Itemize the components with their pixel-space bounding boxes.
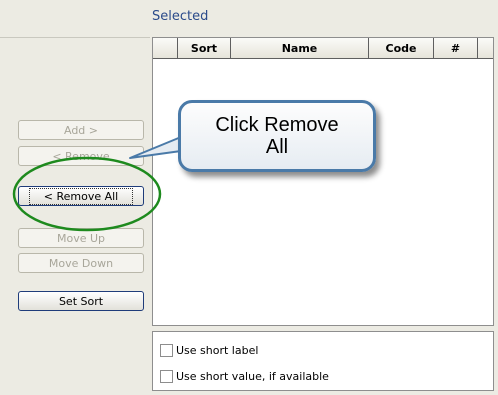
move-up-button[interactable]: Move Up (18, 228, 144, 248)
column-header-sort[interactable]: Sort (178, 38, 231, 59)
selected-grid[interactable]: Sort Name Code # (152, 37, 494, 326)
remove-all-label: < Remove All (28, 187, 134, 205)
move-down-button[interactable]: Move Down (18, 253, 144, 273)
left-panel-divider (0, 37, 150, 38)
short-label-option[interactable]: Use short label (160, 344, 258, 357)
short-value-text: Use short value, if available (176, 370, 329, 383)
set-sort-button[interactable]: Set Sort (18, 291, 144, 311)
remove-all-button[interactable]: < Remove All (18, 186, 144, 206)
short-label-text: Use short label (176, 344, 259, 357)
remove-button[interactable]: < Remove (18, 146, 144, 166)
column-header-select[interactable] (153, 38, 178, 59)
short-value-option[interactable]: Use short value, if available (160, 370, 329, 383)
grid-header: Sort Name Code # (153, 38, 493, 60)
column-header-filler (478, 38, 493, 59)
column-header-number[interactable]: # (434, 38, 478, 59)
column-header-name[interactable]: Name (231, 38, 369, 59)
column-header-code[interactable]: Code (369, 38, 434, 59)
add-button[interactable]: Add > (18, 120, 144, 140)
callout-tooltip: Click Remove All (178, 100, 376, 172)
options-panel: Use short label Use short value, if avai… (152, 331, 494, 391)
short-value-checkbox[interactable] (160, 370, 173, 383)
selected-title: Selected (152, 9, 209, 24)
short-label-checkbox[interactable] (160, 344, 173, 357)
